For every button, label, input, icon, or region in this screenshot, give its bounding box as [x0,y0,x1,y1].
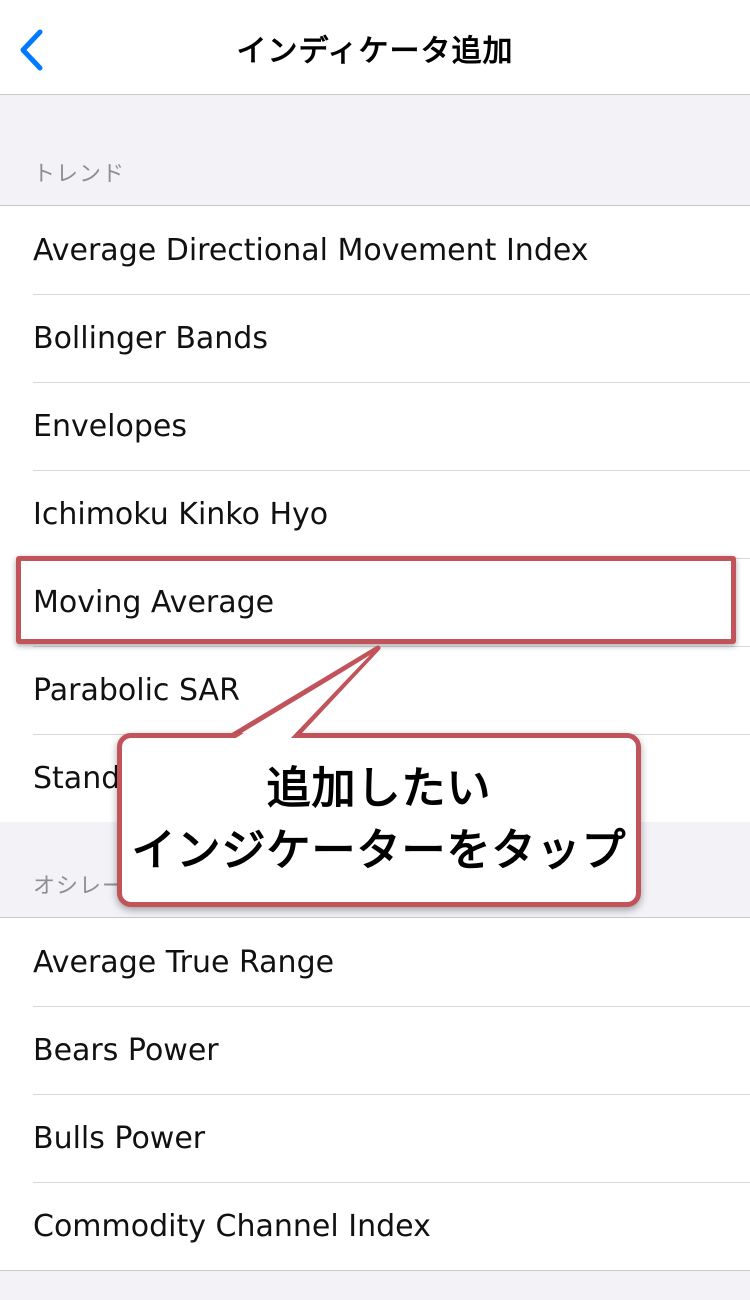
oscillator-indicator-list: Average True Range Bears Power Bulls Pow… [0,917,750,1271]
section-header-label: トレンド [33,162,126,187]
list-item-label: Envelopes [33,408,187,444]
page-title: インディケータ追加 [236,34,514,69]
navigation-bar: インディケータ追加 [0,0,750,95]
list-item-label: Bollinger Bands [33,320,268,356]
list-item-label: Bulls Power [33,1120,206,1156]
list-item-label: Average True Range [33,944,335,980]
list-item-envelopes[interactable]: Envelopes [0,382,750,470]
list-item-moving-average[interactable]: Moving Average [0,558,750,646]
list-item-label: Moving Average [33,584,275,620]
list-item-label: Stand [33,760,121,796]
list-item-commodity-channel-index[interactable]: Commodity Channel Index [0,1182,750,1270]
list-item-label: Commodity Channel Index [33,1208,431,1244]
list-item-average-true-range[interactable]: Average True Range [0,918,750,1006]
callout-bubble: 追加したい インジケーターをタップ [117,733,641,907]
trend-indicator-list: Average Directional Movement Index Bolli… [0,205,750,823]
list-item-label: Average Directional Movement Index [33,232,589,268]
list-item-ichimoku-kinko-hyo[interactable]: Ichimoku Kinko Hyo [0,470,750,558]
callout-text-line-1: 追加したい [266,763,492,814]
list-item-label: Parabolic SAR [33,672,240,708]
list-item-label: Ichimoku Kinko Hyo [33,496,329,532]
list-item-bulls-power[interactable]: Bulls Power [0,1094,750,1182]
list-item-bollinger-bands[interactable]: Bollinger Bands [0,294,750,382]
list-item-average-directional-movement-index[interactable]: Average Directional Movement Index [0,206,750,294]
section-header-label: オシレー [33,874,126,899]
callout-text-line-2: インジケーターをタップ [131,825,627,876]
list-item-parabolic-sar[interactable]: Parabolic SAR [0,646,750,734]
list-item-label: Bears Power [33,1032,219,1068]
list-item-bears-power[interactable]: Bears Power [0,1006,750,1094]
section-header-trend: トレンド [0,96,750,206]
